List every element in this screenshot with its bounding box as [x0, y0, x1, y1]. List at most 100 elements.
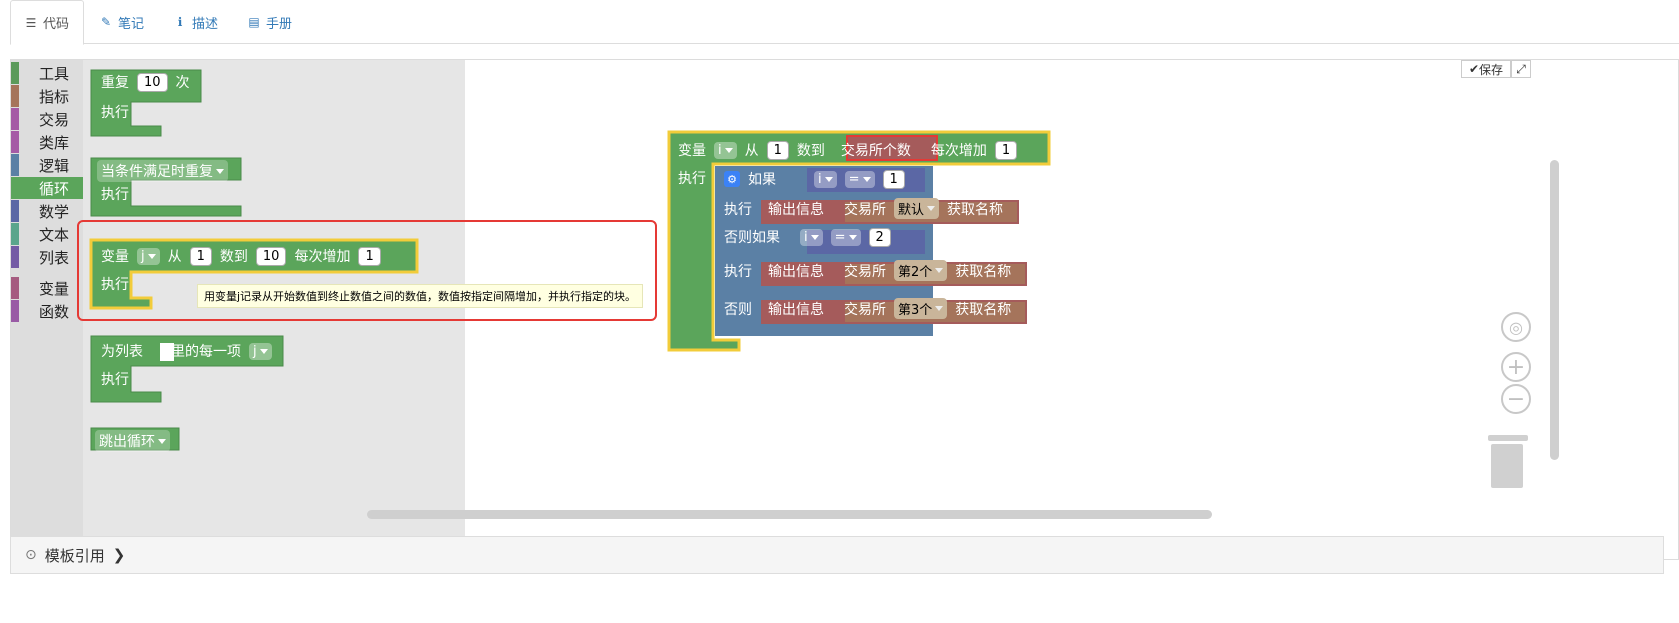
exchange-label: 交易所 [844, 201, 886, 218]
gear-icon[interactable]: ⚙ [724, 171, 740, 187]
var-dropdown[interactable]: i [814, 170, 837, 188]
category-label: 逻辑 [39, 156, 70, 175]
category-swatch [11, 62, 19, 84]
recenter-icon[interactable]: ◎ [1501, 312, 1531, 342]
to-label: 数到 [796, 143, 825, 159]
category-label: 循环 [39, 179, 70, 198]
print-label: 输出信息 [768, 201, 824, 218]
template-icon: ⊙ [25, 547, 37, 563]
var-dropdown[interactable]: i [800, 228, 823, 246]
category-swatch [11, 85, 19, 107]
tab-bar: ☰ 代码 ✎ 笔记 ℹ 描述 ▤ 手册 [10, 0, 1679, 45]
var-label: 变量 [678, 143, 706, 159]
start-field[interactable]: 1 [766, 140, 789, 160]
else-label: 否则 [724, 301, 752, 318]
save-button[interactable]: ✔ 保存 [1461, 60, 1511, 78]
while-mode-dropdown[interactable]: 当条件满足时重复 [97, 160, 228, 182]
category-variables[interactable]: 变量 [11, 277, 83, 299]
category-label: 列表 [39, 248, 70, 267]
value-field[interactable]: 1 [882, 169, 905, 189]
value-field[interactable]: 2 [868, 227, 891, 247]
if-label: 如果 [748, 172, 776, 188]
category-label: 数学 [39, 202, 70, 221]
break-dropdown[interactable]: 跳出循环 [95, 430, 170, 452]
category-lists[interactable]: 列表 [11, 246, 83, 268]
canvas-block-shapes [667, 130, 1051, 352]
category-label: 交易 [39, 110, 70, 129]
category-swatch [11, 131, 19, 153]
category-swatch [11, 154, 19, 176]
from-label: 从 [744, 143, 759, 159]
horizontal-scrollbar[interactable] [367, 510, 1212, 519]
chevron-right-icon: ❯ [112, 546, 126, 564]
category-math[interactable]: 数学 [11, 200, 83, 222]
elseif-label: 否则如果 [724, 230, 780, 246]
foreach-label: 为列表 [101, 344, 143, 360]
category-library[interactable]: 类库 [11, 131, 83, 153]
category-label: 指标 [39, 87, 70, 106]
category-tools[interactable]: 工具 [11, 62, 83, 84]
tab-description[interactable]: ℹ 描述 [160, 0, 232, 44]
category-swatch [11, 177, 19, 199]
category-label: 类库 [39, 133, 70, 152]
method-label: 获取名称 [955, 301, 1012, 318]
category-trading[interactable]: 交易 [11, 108, 83, 130]
template-reference-label: 模板引用 [44, 546, 105, 565]
exchange-choice-dropdown[interactable]: 第2个 [894, 260, 948, 281]
tab-code[interactable]: ☰ 代码 [10, 0, 85, 45]
expand-icon: ⤢ [1516, 61, 1526, 76]
category-label: 文本 [39, 225, 70, 244]
exchange-count-label[interactable]: 交易所个数 [841, 140, 911, 160]
fullscreen-button[interactable]: ⤢ [1511, 60, 1531, 78]
vertical-scrollbar[interactable] [1550, 160, 1559, 460]
tab-manual[interactable]: ▤ 手册 [234, 0, 306, 44]
do-label: 执行 [101, 105, 129, 121]
tab-label: 描述 [192, 16, 219, 32]
category-swatch [11, 200, 19, 222]
trash-icon[interactable] [1488, 435, 1528, 488]
step-label: 每次增加 [930, 143, 987, 159]
repeat-times-label: 次 [175, 75, 190, 91]
do-label: 执行 [101, 187, 129, 203]
zoom-in-icon[interactable]: + [1501, 352, 1531, 382]
exchange-choice-dropdown[interactable]: 默认 [894, 198, 940, 219]
blockly-workspace[interactable]: 工具 指标 交易 类库 逻辑 循环 数学 文本 列表 变量 函数 重复 10 次… [10, 59, 1679, 560]
toolbox: 工具 指标 交易 类库 逻辑 循环 数学 文本 列表 变量 函数 [11, 60, 83, 559]
do-label: 执行 [724, 263, 752, 280]
block-tooltip: 用变量j记录从开始数值到终止数值之间的数值，数值按指定间隔增加，并执行指定的块。 [197, 284, 644, 308]
category-logic[interactable]: 逻辑 [11, 154, 83, 176]
category-swatch [11, 108, 19, 130]
do-label: 执行 [101, 372, 129, 388]
method-label: 获取名称 [947, 201, 1004, 218]
info-icon: ℹ [177, 15, 183, 29]
list-icon: ☰ [25, 15, 37, 30]
category-swatch [11, 277, 19, 299]
each-label: 里的每一项 [171, 344, 241, 360]
tab-label: 手册 [266, 16, 293, 32]
tab-notes[interactable]: ✎ 笔记 [86, 0, 158, 44]
category-loops[interactable]: 循环 [11, 177, 83, 199]
operator-dropdown[interactable]: = [844, 170, 875, 188]
template-reference-panel[interactable]: ⊙ 模板引用 ❯ [10, 536, 1664, 574]
method-label: 获取名称 [955, 263, 1012, 280]
exchange-label: 交易所 [844, 263, 886, 280]
var-dropdown[interactable]: j [249, 342, 272, 360]
zoom-out-icon[interactable]: − [1501, 384, 1531, 414]
step-field[interactable]: 1 [994, 140, 1018, 160]
category-functions[interactable]: 函数 [11, 300, 83, 322]
repeat-count-field[interactable]: 10 [137, 72, 168, 92]
var-dropdown[interactable]: i [714, 141, 737, 159]
category-label: 函数 [39, 302, 70, 321]
do-label: 执行 [724, 201, 752, 218]
category-text[interactable]: 文本 [11, 223, 83, 245]
edit-icon: ✎ [100, 15, 112, 29]
category-indicators[interactable]: 指标 [11, 85, 83, 107]
operator-dropdown[interactable]: = [830, 228, 861, 246]
print-label: 输出信息 [768, 263, 824, 280]
category-label: 工具 [39, 64, 70, 83]
exchange-choice-dropdown[interactable]: 第3个 [894, 298, 948, 319]
repeat-label: 重复 [101, 75, 129, 91]
tab-label: 笔记 [118, 16, 145, 32]
category-swatch [11, 300, 19, 322]
book-icon: ▤ [248, 15, 260, 29]
